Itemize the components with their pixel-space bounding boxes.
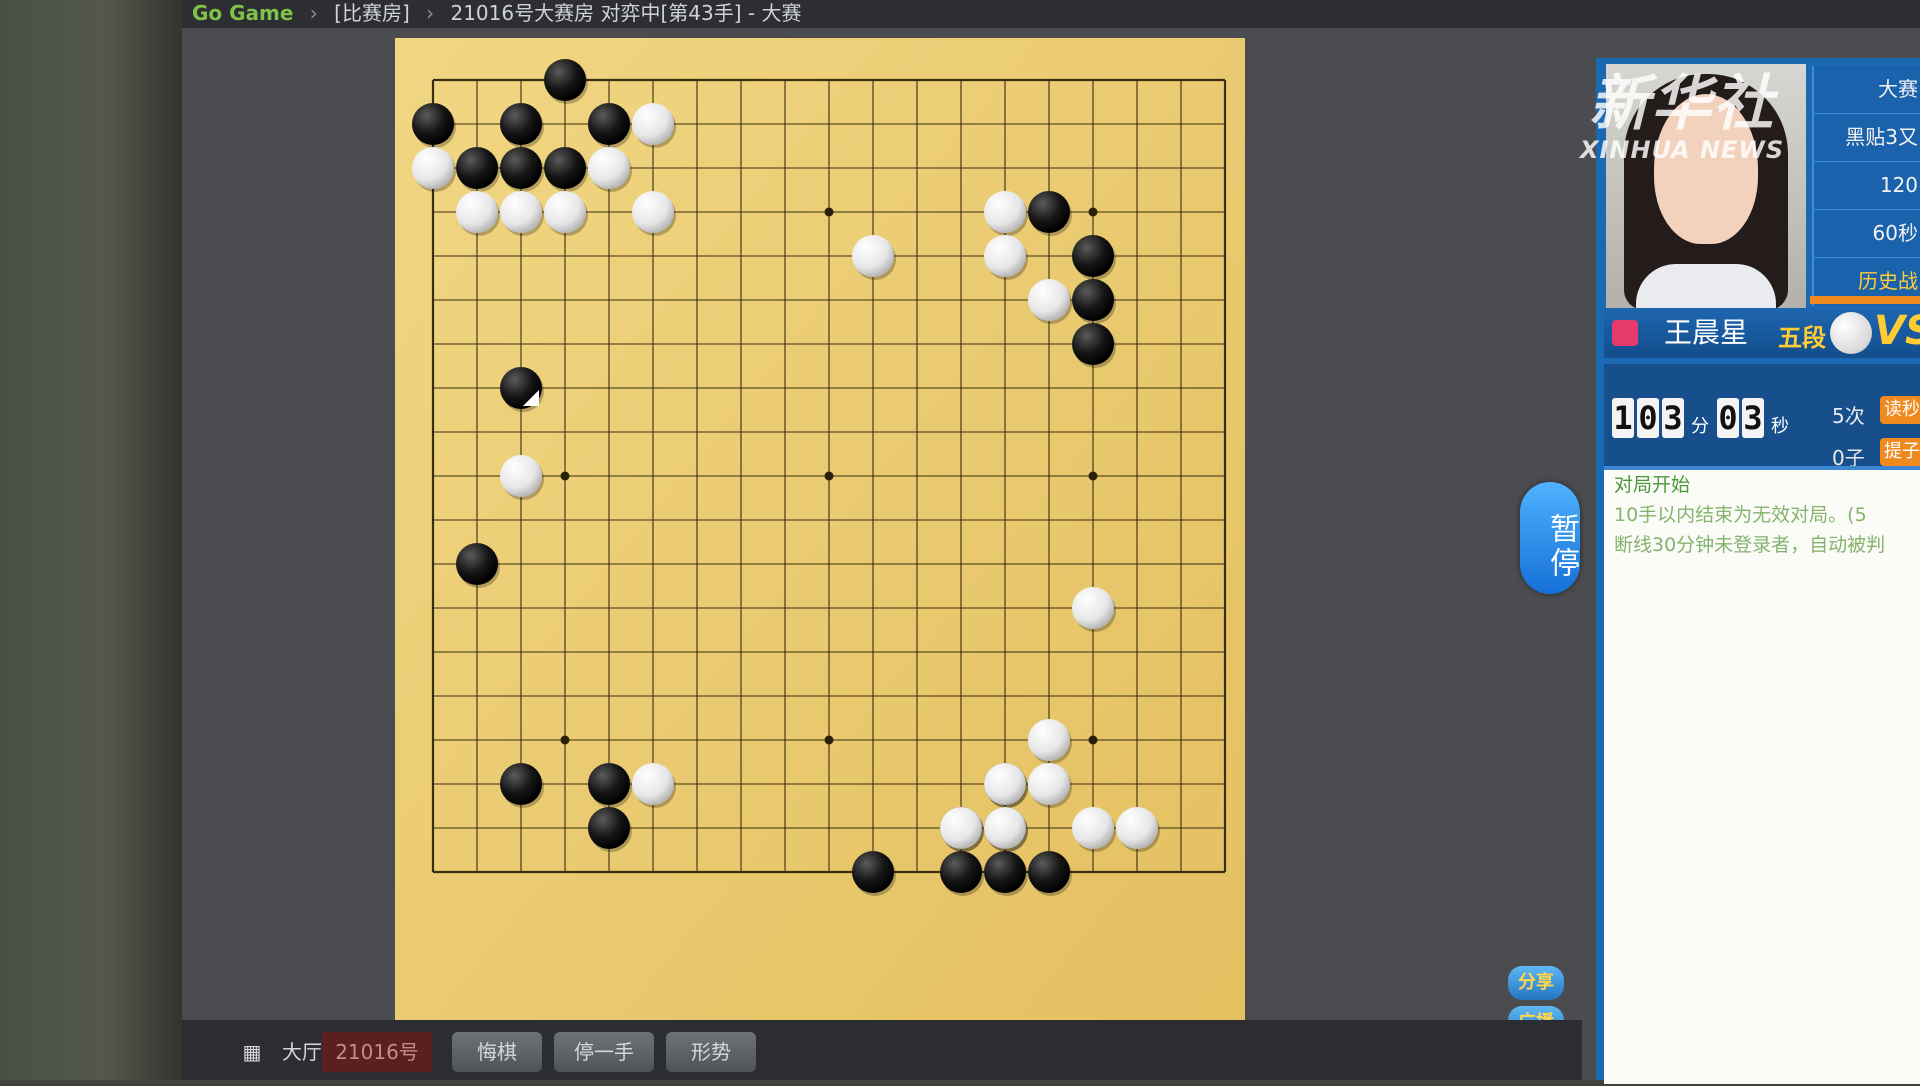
star-point — [1088, 471, 1098, 481]
black-stone — [456, 147, 498, 189]
white-stone — [1116, 807, 1158, 849]
white-stone — [588, 147, 630, 189]
black-stone — [984, 851, 1026, 893]
white-stone — [984, 191, 1026, 233]
black-stone — [1028, 191, 1070, 233]
white-stone — [632, 763, 674, 805]
hall-icon[interactable]: ▦ — [232, 1032, 272, 1072]
white-stone — [984, 235, 1026, 277]
minute-unit: 分 — [1691, 416, 1709, 437]
black-stone — [588, 807, 630, 849]
star-point — [824, 471, 834, 481]
app-logo: Go Game — [192, 1, 294, 25]
breadcrumb-separator: › — [426, 1, 435, 25]
breadcrumb-separator: › — [309, 1, 318, 25]
white-stone — [544, 191, 586, 233]
black-stone — [940, 851, 982, 893]
timer-panel: 103分03秒 5次 0子 读秒 提子 — [1604, 364, 1920, 474]
log-line: 10手以内结束为无效对局。(5 — [1614, 504, 1867, 526]
byoyomi-count: 5次 — [1832, 404, 1865, 428]
info-row-byoyomi: 60秒 — [1814, 210, 1920, 258]
white-stone — [1072, 807, 1114, 849]
star-point — [1088, 207, 1098, 217]
bottom-toolbar: ▦ 大厅 21016号 悔棋 停一手 形势 — [182, 1020, 1582, 1080]
clock-digit: 3 — [1742, 398, 1764, 438]
white-stone — [852, 235, 894, 277]
black-stone — [588, 763, 630, 805]
white-stone — [456, 191, 498, 233]
black-stone — [500, 763, 542, 805]
black-stone — [456, 543, 498, 585]
portrait-shirt — [1636, 264, 1776, 310]
white-stone — [500, 455, 542, 497]
white-stone — [984, 807, 1026, 849]
black-stone — [1072, 235, 1114, 277]
white-stone — [940, 807, 982, 849]
title-bar: Go Game › [比赛房] › 21016号大赛房 对弈中[第43手] - … — [182, 0, 1920, 28]
info-row-event: 大赛 — [1814, 66, 1920, 114]
message-log[interactable]: 对局开始 10手以内结束为无效对局。(5 断线30分钟未登录者，自动被判 — [1604, 466, 1920, 1084]
white-stone — [984, 763, 1026, 805]
black-stone — [1028, 851, 1070, 893]
black-stone — [852, 851, 894, 893]
clock-digit: 1 — [1612, 398, 1634, 438]
watermark-english: XINHUA NEWS — [1580, 136, 1785, 164]
log-line: 断线30分钟未登录者，自动被判 — [1614, 534, 1886, 556]
white-stone — [1072, 587, 1114, 629]
star-point — [824, 207, 834, 217]
player-name: 王晨星 — [1664, 316, 1749, 349]
black-stone — [544, 147, 586, 189]
second-unit: 秒 — [1771, 416, 1789, 437]
undo-button[interactable]: 悔棋 — [452, 1032, 542, 1072]
monitor-bezel — [0, 0, 190, 1080]
pass-button[interactable]: 停一手 — [554, 1032, 654, 1072]
flag-icon — [1612, 320, 1638, 346]
pause-button[interactable]: 暂停 — [1520, 482, 1580, 594]
black-stone — [1072, 279, 1114, 321]
white-stone — [632, 103, 674, 145]
vs-label: VS — [1874, 308, 1920, 354]
black-stone — [500, 103, 542, 145]
white-stone — [1028, 279, 1070, 321]
black-stone — [544, 59, 586, 101]
info-row-komi: 黑贴3又 — [1814, 114, 1920, 162]
watermark-chinese: 新华社 — [1589, 69, 1776, 139]
clock-digit: 0 — [1717, 398, 1739, 438]
clock-digit: 3 — [1662, 398, 1684, 438]
white-stone — [632, 191, 674, 233]
black-stone — [588, 103, 630, 145]
white-stone — [412, 147, 454, 189]
breadcrumb-room[interactable]: [比赛房] — [334, 1, 410, 25]
info-row-main-time: 120 — [1814, 162, 1920, 210]
xinhua-watermark: 新华社 XINHUA NEWS — [1580, 72, 1784, 164]
star-point — [1088, 735, 1098, 745]
white-stone-icon — [1830, 312, 1872, 354]
star-point — [560, 735, 570, 745]
white-stone — [500, 191, 542, 233]
captured-tag: 提子 — [1880, 438, 1920, 466]
accent-strip — [1810, 296, 1920, 304]
log-line: 对局开始 — [1614, 474, 1691, 496]
star-point — [824, 735, 834, 745]
star-point — [560, 471, 570, 481]
room-tab[interactable]: 21016号 — [322, 1032, 432, 1072]
player-rank: 五段 — [1778, 324, 1826, 352]
black-stone — [1072, 323, 1114, 365]
go-board[interactable] — [395, 38, 1245, 1080]
game-clock: 103分03秒 — [1612, 398, 1797, 444]
black-stone — [412, 103, 454, 145]
black-stone — [500, 147, 542, 189]
player-name-bar: 王晨星 五段 VS — [1604, 308, 1920, 358]
white-stone — [1028, 719, 1070, 761]
breadcrumb-game: 21016号大赛房 对弈中[第43手] - 大赛 — [450, 1, 802, 25]
byoyomi-tag: 读秒 — [1880, 396, 1920, 424]
white-stone — [1028, 763, 1070, 805]
estimate-button[interactable]: 形势 — [666, 1032, 756, 1072]
clock-digit: 0 — [1637, 398, 1659, 438]
game-info-box: 大赛 黑贴3又 120 60秒 历史战 — [1812, 66, 1920, 306]
go-board-svg[interactable] — [395, 38, 1245, 1080]
share-button[interactable]: 分享 — [1508, 966, 1564, 1000]
